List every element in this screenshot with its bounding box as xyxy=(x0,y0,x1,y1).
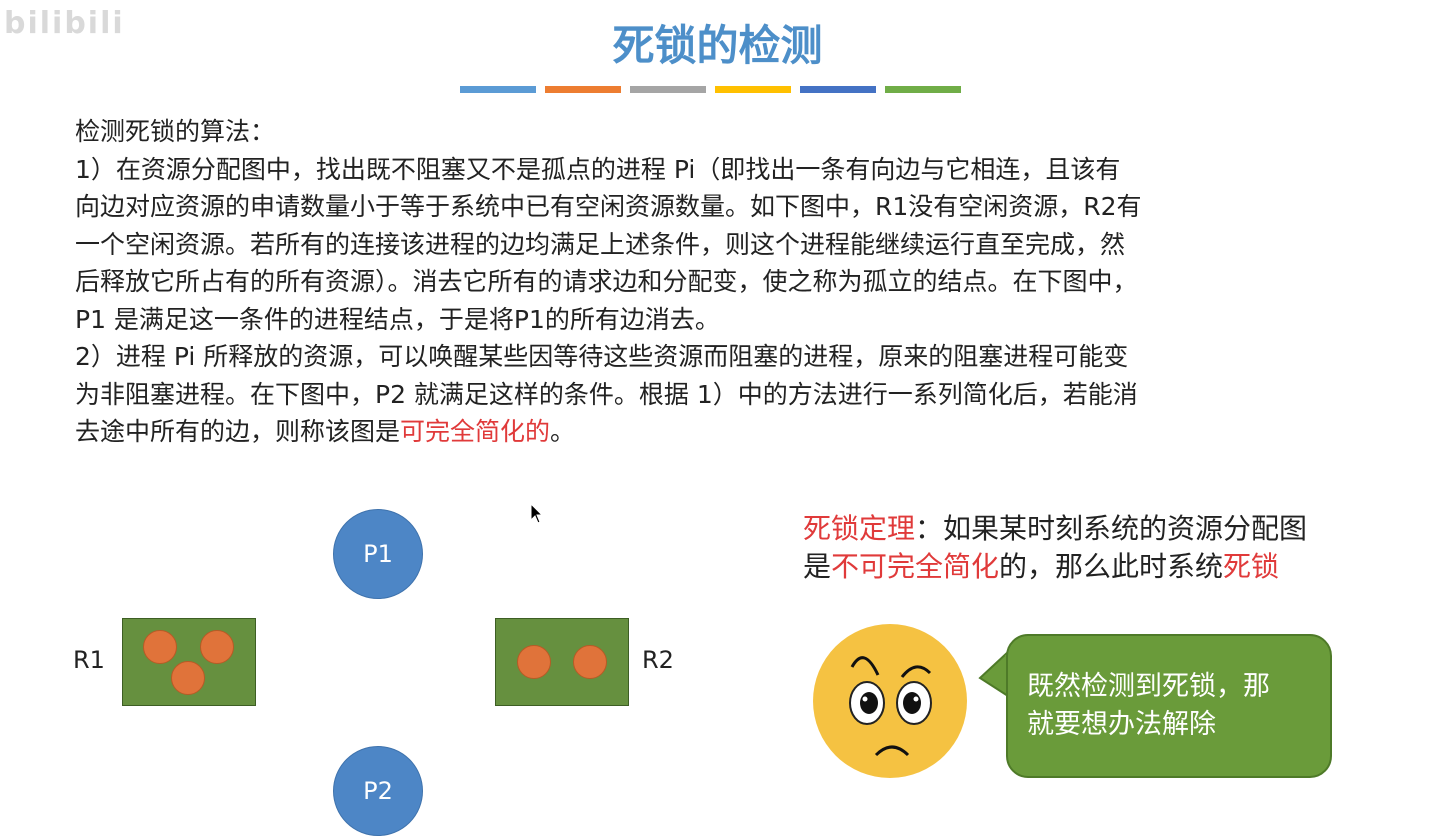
text-line: P1 是满足这一条件的进程结点，于是将P1的所有边消去。 xyxy=(75,304,720,334)
resource-label-r2: R2 xyxy=(642,646,674,674)
text-line: 去途中所有的边，则称该图是可完全简化的。 xyxy=(75,413,1405,451)
title-color-bars xyxy=(460,86,961,93)
mouse-cursor-icon xyxy=(530,502,544,529)
text-line: 2）进程 Pi 所释放的资源，可以唤醒某些因等待这些资源而阻塞的进程，原来的阻塞… xyxy=(75,342,1129,371)
text-line: 一个空闲资源。若所有的连接该进程的边均满足上述条件，则这个进程能继续运行直至完成… xyxy=(75,229,1126,259)
bubble-line: 既然检测到死锁，那 xyxy=(1027,671,1270,702)
resource-instance xyxy=(517,645,551,679)
text-fragment: 。 xyxy=(550,417,576,446)
worried-face-icon xyxy=(813,624,967,778)
theorem-line: 死锁定理：如果某时刻系统的资源分配图 xyxy=(803,510,1307,548)
color-bar xyxy=(800,86,876,93)
process-node-p2: P2 xyxy=(333,746,423,836)
color-bar xyxy=(545,86,621,93)
algorithm-heading: 检测死锁的算法： xyxy=(75,117,276,146)
text-line: 1）在资源分配图中，找出既不阻塞又不是孤点的进程 Pi（即找出一条有向边与它相连… xyxy=(75,154,1121,184)
speech-bubble-text: 既然检测到死锁，那 就要想办法解除 xyxy=(1027,668,1317,744)
resource-node-r1 xyxy=(122,618,256,706)
color-bar xyxy=(885,86,961,93)
color-bar xyxy=(460,86,536,93)
theorem-label: 死锁定理 xyxy=(803,512,916,545)
color-bar xyxy=(715,86,791,93)
process-label: P2 xyxy=(363,777,393,805)
resource-label-r1: R1 xyxy=(73,646,105,674)
process-node-p1: P1 xyxy=(333,509,423,599)
resource-node-r2 xyxy=(495,618,629,706)
theorem-text: ：如果某时刻系统的资源分配图 xyxy=(915,512,1308,545)
theorem-text: 的，那么此时系统 xyxy=(999,550,1224,583)
resource-instance xyxy=(171,661,205,695)
slide-title: 死锁的检测 xyxy=(612,21,823,70)
bubble-line: 就要想办法解除 xyxy=(1027,709,1216,740)
resource-instance xyxy=(200,630,234,664)
theorem-text: 是 xyxy=(803,550,832,583)
resource-instance xyxy=(143,630,177,664)
resource-instance xyxy=(573,645,607,679)
theorem-line: 是不可完全简化的，那么此时系统死锁 xyxy=(803,548,1307,586)
text-fragment: 去途中所有的边，则称该图是 xyxy=(75,417,401,446)
process-label: P1 xyxy=(363,540,393,568)
highlight-text: 死锁 xyxy=(1223,550,1280,583)
color-bar xyxy=(630,86,706,93)
highlight-text: 可完全简化的 xyxy=(400,417,551,446)
highlight-text: 不可完全简化 xyxy=(831,550,1000,583)
text-line: 为非阻塞进程。在下图中，P2 就满足这样的条件。根据 1）中的方法进行一系列简化… xyxy=(75,379,1138,409)
text-line: 后释放它所占有的所有资源）。消去它所有的请求边和分配变，使之称为孤立的结点。在下… xyxy=(75,267,1138,296)
algorithm-text: 检测死锁的算法： 1）在资源分配图中，找出既不阻塞又不是孤点的进程 Pi（即找出… xyxy=(75,113,1405,451)
deadlock-theorem: 死锁定理：如果某时刻系统的资源分配图 是不可完全简化的，那么此时系统死锁 xyxy=(803,510,1307,586)
text-line: 向边对应资源的申请数量小于等于系统中已有空闲资源数量。如下图中，R1没有空闲资源… xyxy=(75,192,1142,221)
